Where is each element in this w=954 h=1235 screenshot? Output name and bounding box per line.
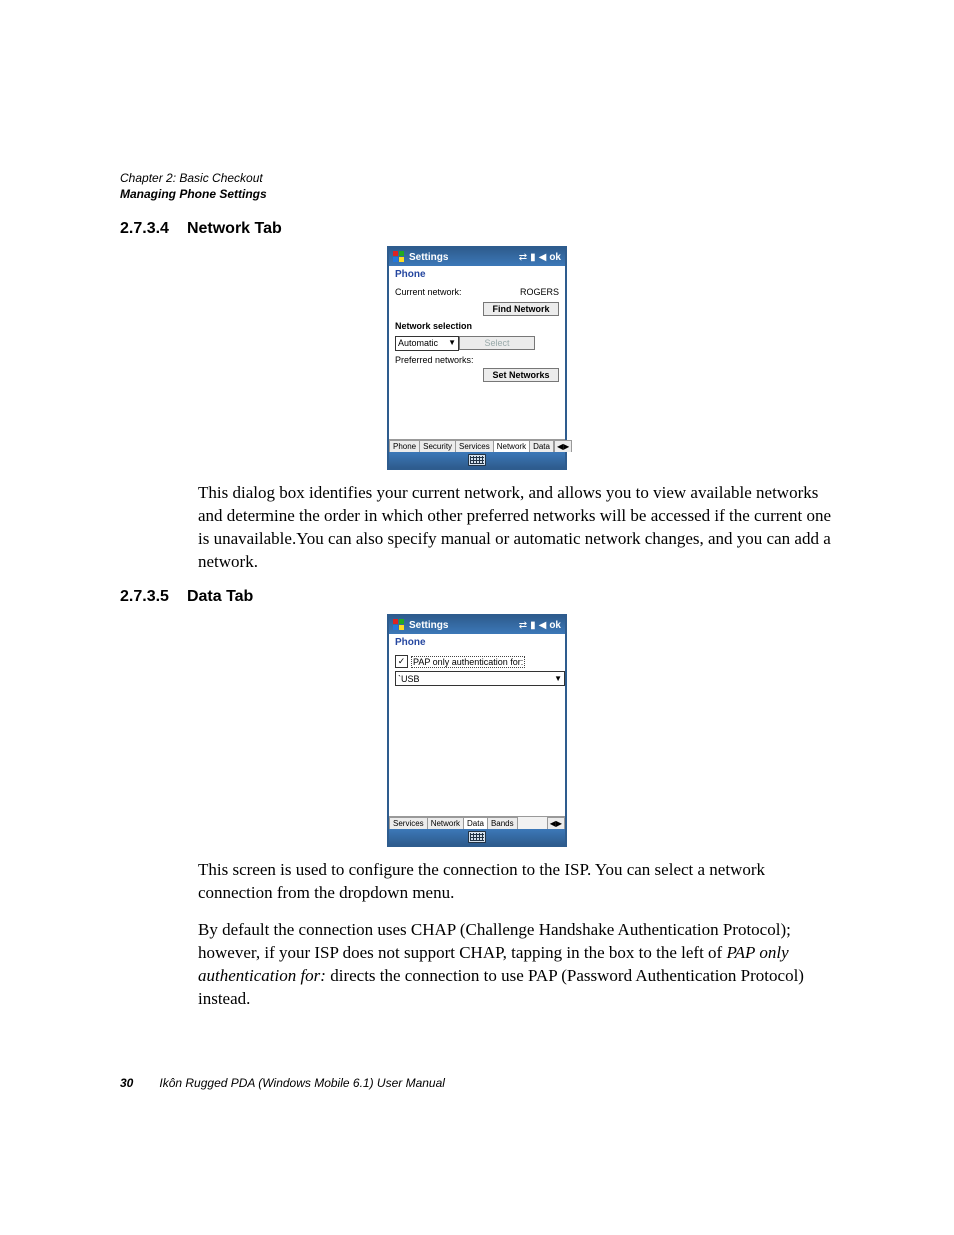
section-line: Managing Phone Settings [120, 186, 834, 202]
wm-titlebar: Settings ⇄ ▮ ◀ ok [389, 616, 565, 634]
tab-services[interactable]: Services [456, 440, 494, 452]
chevron-down-icon: ▼ [448, 339, 456, 347]
tab-security[interactable]: Security [420, 440, 456, 452]
page-footer: 30 Ikôn Rugged PDA (Windows Mobile 6.1) U… [120, 1076, 445, 1090]
wm-tabs: Phone Security Services Network Data ◀▶ [389, 439, 565, 452]
page-header: Chapter 2: Basic Checkout Managing Phone… [120, 170, 834, 202]
tab-scroll[interactable]: ◀▶ [554, 440, 572, 452]
network-selection-value: Automatic [398, 338, 438, 348]
para-network-tab: This dialog box identifies your current … [198, 482, 834, 574]
tab-services[interactable]: Services [389, 817, 428, 829]
tab-data[interactable]: Data [464, 817, 488, 829]
wm-tray: ⇄ ▮ ◀ ok [519, 252, 561, 263]
pap-checkbox[interactable]: ✓ [395, 655, 408, 668]
keyboard-icon[interactable] [468, 454, 486, 466]
tab-scroll[interactable]: ◀▶ [547, 817, 565, 829]
current-network-value: ROGERS [520, 287, 559, 297]
tab-phone[interactable]: Phone [389, 440, 420, 452]
pap-checkbox-label: PAP only authentication for: [411, 656, 525, 668]
network-selection-dropdown[interactable]: Automatic ▼ [395, 336, 459, 351]
speaker-icon: ◀ [539, 620, 547, 631]
connection-value: `USB [398, 674, 420, 684]
wm-bottombar [389, 829, 565, 845]
tab-bands[interactable]: Bands [488, 817, 518, 829]
screenshot-network-tab: Settings ⇄ ▮ ◀ ok Phone Current network:… [387, 246, 567, 470]
footer-text: Ikôn Rugged PDA (Windows Mobile 6.1) Use… [159, 1076, 445, 1090]
tab-network[interactable]: Network [494, 440, 530, 452]
connectivity-icon: ⇄ [519, 620, 527, 631]
keyboard-icon[interactable] [468, 831, 486, 843]
find-network-button[interactable]: Find Network [483, 302, 559, 316]
chapter-line: Chapter 2: Basic Checkout [120, 170, 834, 186]
chevron-down-icon: ▼ [554, 675, 562, 683]
tab-data[interactable]: Data [530, 440, 554, 452]
wm-tray: ⇄ ▮ ◀ ok [519, 620, 561, 631]
current-network-label: Current network: [395, 287, 520, 297]
connectivity-icon: ⇄ [519, 252, 527, 263]
heading-number: 2.7.3.4 [120, 220, 169, 238]
wm-titlebar: Settings ⇄ ▮ ◀ ok [389, 248, 565, 266]
tab-network[interactable]: Network [428, 817, 464, 829]
heading-2735: 2.7.3.5 Data Tab [120, 588, 834, 606]
wm-bottombar [389, 452, 565, 468]
ok-button[interactable]: ok [549, 620, 561, 631]
page-number: 30 [120, 1076, 133, 1090]
ok-button[interactable]: ok [549, 252, 561, 263]
heading-2734: 2.7.3.4 Network Tab [120, 220, 834, 238]
windows-flag-icon [393, 619, 405, 631]
set-networks-button[interactable]: Set Networks [483, 368, 559, 382]
heading-title: Network Tab [187, 220, 282, 237]
heading-number: 2.7.3.5 [120, 588, 169, 606]
wm-title: Settings [409, 620, 515, 631]
signal-icon: ▮ [530, 252, 536, 263]
wm-tabs: Services Network Data Bands ◀▶ [389, 816, 565, 829]
speaker-icon: ◀ [539, 252, 547, 263]
signal-icon: ▮ [530, 620, 536, 631]
screenshot-data-tab: Settings ⇄ ▮ ◀ ok Phone ✓ PAP only authe… [387, 614, 567, 847]
wm-subtitle: Phone [389, 634, 565, 649]
para-data-tab-1: This screen is used to configure the con… [198, 859, 834, 905]
connection-dropdown[interactable]: `USB ▼ [395, 671, 565, 686]
preferred-networks-label: Preferred networks: [395, 355, 559, 365]
para-data-tab-2: By default the connection uses CHAP (Cha… [198, 919, 834, 1011]
wm-title: Settings [409, 252, 515, 263]
windows-flag-icon [393, 251, 405, 263]
heading-title: Data Tab [187, 588, 253, 605]
select-button[interactable]: Select [459, 336, 535, 350]
wm-subtitle: Phone [389, 266, 565, 281]
network-selection-heading: Network selection [395, 321, 559, 331]
